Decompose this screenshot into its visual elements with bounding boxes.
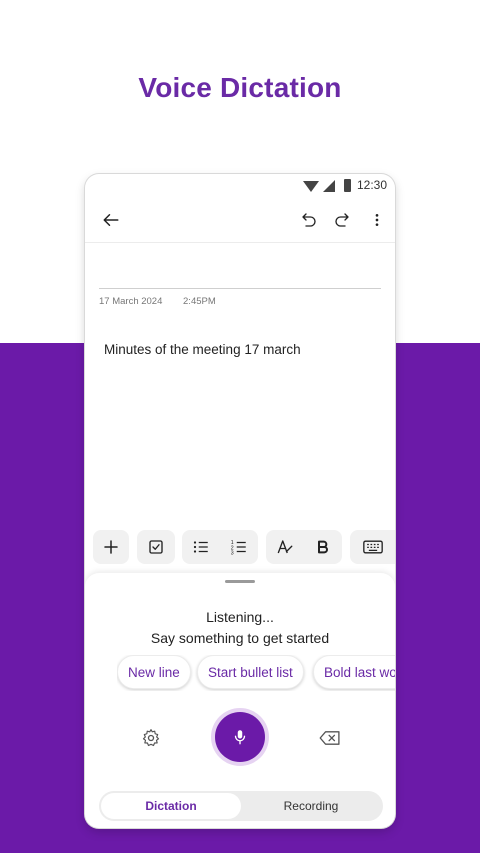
svg-text:3: 3 (231, 551, 234, 557)
text-format-button[interactable] (266, 538, 304, 556)
sheet-drag-handle[interactable] (225, 580, 255, 583)
chip-new-line[interactable]: New line (117, 655, 191, 689)
redo-icon (335, 213, 349, 227)
mic-button-halo (211, 708, 269, 766)
more-options-button[interactable] (363, 206, 391, 234)
phone-frame: 12:30 17 March 2024 2:45PM Minutes of th… (85, 174, 395, 828)
note-toolbar (85, 202, 395, 238)
note-time: 2:45PM (183, 296, 216, 307)
back-arrow-icon (103, 214, 119, 226)
dictation-sheet: Listening... Say something to get starte… (85, 573, 395, 828)
undo-button[interactable] (295, 206, 323, 234)
dictation-settings-button[interactable] (141, 728, 161, 748)
listening-status: Listening... (206, 609, 274, 625)
status-time: 12:30 (356, 178, 387, 192)
plus-icon (104, 540, 118, 554)
wifi-icon (303, 181, 319, 192)
more-vert-icon (375, 214, 379, 226)
list-button-group: 1 2 3 (182, 530, 258, 564)
insert-button[interactable] (93, 530, 129, 564)
backspace-button[interactable] (319, 730, 341, 746)
toolbar-divider (85, 242, 395, 243)
bold-icon (318, 540, 328, 554)
microphone-icon (234, 730, 246, 745)
text-style-group (266, 530, 342, 564)
checkbox-icon (149, 540, 163, 554)
undo-icon (302, 213, 316, 227)
bold-button[interactable] (304, 538, 342, 556)
page-headline: Voice Dictation (138, 72, 342, 103)
backspace-icon (319, 731, 340, 745)
dictation-prompt: Say something to get started (150, 630, 330, 646)
bullet-list-button[interactable] (182, 538, 220, 556)
bullet-list-icon (193, 541, 208, 553)
back-button[interactable] (97, 206, 125, 234)
numbered-list-icon: 1 2 3 (231, 540, 246, 557)
gear-icon (142, 729, 160, 747)
signal-icon (323, 180, 335, 192)
checklist-button[interactable] (137, 530, 175, 564)
suggestion-chips: New line Start bullet list Bold last wo (117, 655, 395, 691)
mode-segmented-control: Dictation Recording (99, 791, 383, 821)
mic-button[interactable] (215, 712, 265, 762)
keyboard-button[interactable] (350, 530, 395, 564)
title-field[interactable] (99, 288, 381, 289)
format-toolbar: 1 2 3 (85, 530, 395, 566)
tab-dictation[interactable]: Dictation (101, 793, 241, 819)
status-bar: 12:30 (85, 174, 395, 198)
tab-recording[interactable]: Recording (241, 793, 381, 819)
chip-start-bullet-list[interactable]: Start bullet list (197, 655, 304, 689)
redo-button[interactable] (328, 206, 356, 234)
text-style-icon (277, 540, 293, 554)
chip-bold-last-word[interactable]: Bold last wo (313, 655, 395, 689)
keyboard-icon (362, 540, 383, 554)
note-date: 17 March 2024 (99, 296, 163, 307)
note-body[interactable]: Minutes of the meeting 17 march (104, 342, 301, 357)
numbered-list-button[interactable]: 1 2 3 (220, 538, 258, 556)
battery-icon (344, 179, 351, 192)
note-meta: 17 March 2024 2:45PM (99, 296, 234, 307)
